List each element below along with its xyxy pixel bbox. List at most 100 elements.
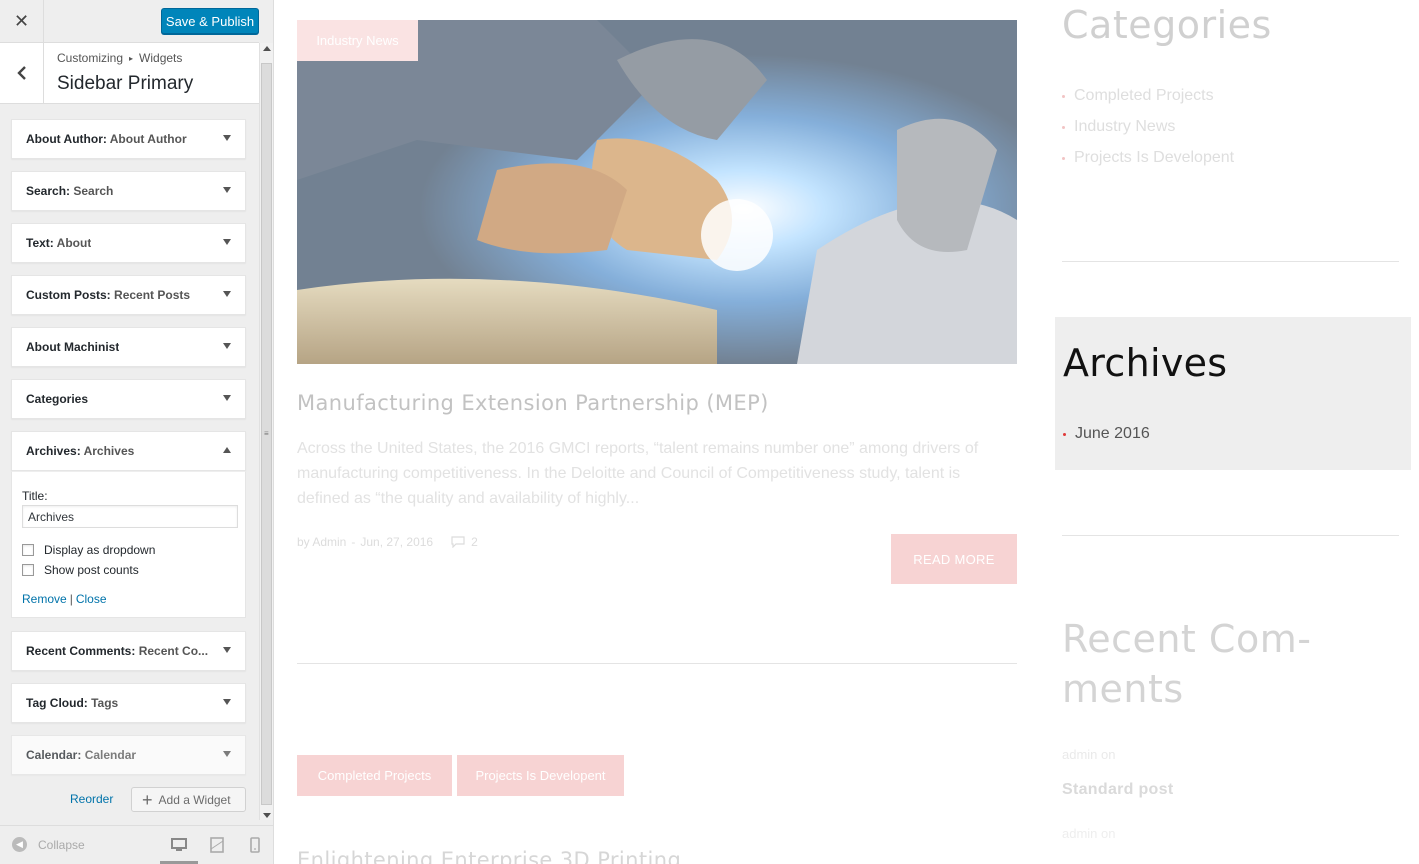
- sidebar-divider: [1062, 535, 1399, 536]
- close-icon: ✕: [13, 11, 30, 31]
- desktop-icon: [171, 838, 187, 851]
- post-counts-checkbox[interactable]: [22, 564, 34, 576]
- bullet: [1062, 125, 1065, 129]
- post-counts-checkbox-row[interactable]: Show post counts: [22, 563, 139, 577]
- post-comments[interactable]: 2: [451, 535, 478, 549]
- collapse-icon: ◀: [12, 837, 27, 852]
- add-widget-button[interactable]: + Add a Widget: [131, 787, 246, 812]
- expand-arrow-icon: [223, 343, 231, 349]
- widget-custom-posts[interactable]: Custom Posts: Recent Posts: [11, 275, 246, 315]
- widget-title: About: [53, 236, 92, 250]
- sidebar-divider: [1062, 261, 1399, 262]
- bullet: [1063, 432, 1066, 436]
- reorder-link[interactable]: Reorder: [70, 792, 113, 806]
- title-label: Title:: [22, 489, 48, 503]
- post-featured-image[interactable]: Industry News: [297, 20, 1017, 364]
- mobile-preview-button[interactable]: [246, 836, 264, 854]
- save-publish-button[interactable]: Save & Publish: [161, 8, 259, 34]
- widget-title: Tags: [87, 696, 119, 710]
- widget-type: Text:: [26, 236, 54, 250]
- desktop-preview-button[interactable]: [170, 836, 188, 854]
- scroll-down-icon[interactable]: [263, 813, 271, 818]
- widget-type: Archives:: [26, 444, 81, 458]
- scrollbar[interactable]: ≡: [259, 43, 273, 820]
- widget-recent-comments[interactable]: Recent Comments: Recent Co...: [11, 631, 246, 671]
- tablet-preview-button[interactable]: [208, 836, 226, 854]
- widget-search[interactable]: Search: Search: [11, 171, 246, 211]
- breadcrumb-separator-icon: ▸: [129, 54, 134, 63]
- category-link[interactable]: Completed Projects: [1062, 87, 1214, 105]
- bullet: [1062, 156, 1065, 160]
- breadcrumb: Customizing ▸ Widgets: [57, 51, 182, 65]
- dropdown-checkbox[interactable]: [22, 544, 34, 556]
- widget-archives[interactable]: Archives: Archives: [11, 431, 246, 471]
- customizer-footer: ◀ Collapse: [0, 825, 273, 864]
- breadcrumb-section: Widgets: [139, 51, 183, 65]
- widget-about-machinist[interactable]: About Machinist: [11, 327, 246, 367]
- widget-type: About Machinist: [26, 340, 120, 354]
- expand-arrow-icon: [223, 187, 231, 193]
- expand-arrow-icon: [223, 699, 231, 705]
- category-link-label: Industry News: [1074, 118, 1176, 135]
- widget-type: Calendar:: [26, 748, 82, 762]
- widget-type: Categories: [26, 392, 89, 406]
- recent-comment-meta: admin on: [1062, 747, 1116, 762]
- post-counts-label: Show post counts: [44, 563, 139, 577]
- dropdown-checkbox-row[interactable]: Display as dropdown: [22, 543, 155, 557]
- chevron-left-icon: [16, 66, 26, 80]
- post-title[interactable]: Manufacturing Extension Partnership (MEP…: [297, 391, 769, 415]
- category-tag[interactable]: Industry News: [297, 20, 418, 61]
- collapse-button[interactable]: ◀ Collapse: [12, 837, 85, 852]
- next-post-title[interactable]: Enlightening Enterprise 3D Printing: [297, 848, 681, 864]
- post-author[interactable]: by Admin: [297, 535, 346, 549]
- title-input[interactable]: [22, 505, 238, 528]
- archives-widget-preview[interactable]: Archives June 2016: [1055, 317, 1411, 470]
- close-customizer-button[interactable]: ✕: [0, 0, 44, 43]
- widget-tag-cloud[interactable]: Tag Cloud: Tags: [11, 683, 246, 723]
- link-separator: |: [69, 592, 73, 606]
- category-tag[interactable]: Completed Projects: [297, 755, 452, 796]
- archive-link[interactable]: June 2016: [1063, 425, 1150, 443]
- widget-title: Archives: [80, 444, 135, 458]
- meta-separator: -: [351, 535, 356, 549]
- scroll-thumb[interactable]: ≡: [261, 63, 272, 805]
- widget-actions: Remove | Close: [22, 592, 107, 606]
- bullet: [1062, 94, 1065, 98]
- widget-type: About Author:: [26, 132, 107, 146]
- archive-link-label: June 2016: [1075, 425, 1150, 442]
- post-date: Jun, 27, 2016: [360, 535, 434, 549]
- plus-icon: +: [142, 789, 153, 810]
- widget-type: Search:: [26, 184, 71, 198]
- scroll-up-icon[interactable]: [263, 46, 271, 51]
- breadcrumb-root: Customizing: [57, 51, 124, 65]
- expand-arrow-icon: [223, 647, 231, 653]
- archives-heading: Archives: [1063, 341, 1228, 385]
- section-header: Customizing ▸ Widgets Sidebar Primary: [0, 43, 259, 104]
- category-link[interactable]: Projects Is Developent: [1062, 149, 1234, 167]
- widget-type: Tag Cloud:: [26, 696, 88, 710]
- widget-title: Calendar: [81, 748, 137, 762]
- recent-comment-meta: admin on: [1062, 826, 1116, 841]
- category-link-label: Completed Projects: [1074, 87, 1214, 104]
- widget-categories[interactable]: Categories: [11, 379, 246, 419]
- read-more-button[interactable]: READ MORE: [891, 534, 1017, 584]
- widget-text[interactable]: Text: About: [11, 223, 246, 263]
- site-preview: Industry News Manufacturing Extension Pa…: [274, 0, 1419, 864]
- category-link[interactable]: Industry News: [1062, 118, 1175, 136]
- expand-arrow-icon: [223, 751, 231, 757]
- widget-calendar[interactable]: Calendar: Calendar: [11, 735, 246, 775]
- remove-link[interactable]: Remove: [22, 592, 67, 606]
- category-tag[interactable]: Projects Is Developent: [457, 755, 624, 796]
- tablet-icon: [210, 837, 224, 853]
- categories-heading: Categories: [1062, 3, 1272, 47]
- grip-icon: ≡: [264, 429, 269, 438]
- widget-about-author[interactable]: About Author: About Author: [11, 119, 246, 159]
- expand-arrow-icon: [223, 395, 231, 401]
- recent-comment-post-link[interactable]: Standard post: [1062, 781, 1173, 799]
- widget-title: Recent Posts: [110, 288, 191, 302]
- post-excerpt: Across the United States, the 2016 GMCI …: [297, 440, 979, 507]
- close-link[interactable]: Close: [76, 592, 107, 606]
- back-button[interactable]: [0, 43, 44, 103]
- expand-arrow-icon: [223, 239, 231, 245]
- archives-widget-form: Title: Display as dropdown Show post cou…: [11, 471, 246, 618]
